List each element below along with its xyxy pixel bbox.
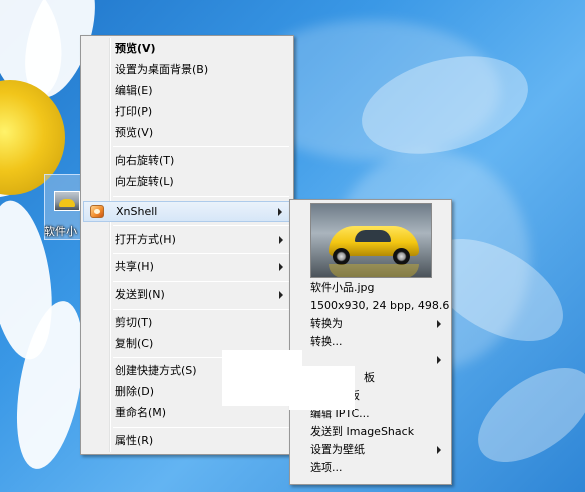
menu-item-label: 重命名(M)	[115, 406, 167, 419]
menu-separator	[113, 309, 289, 310]
image-filename: 软件小品.jpg	[310, 281, 375, 294]
menu-item-label: 共享(H)	[115, 260, 154, 273]
menu-item-label: 复制(C)	[115, 337, 154, 350]
menu-item-label: 打开方式(H)	[115, 233, 176, 246]
menu-item-label: 设置为桌面背景(B)	[115, 63, 209, 76]
submenu-item-convert[interactable]: 转换...	[292, 333, 449, 351]
submenu-item-send-to-imageshack[interactable]: 发送到 ImageShack	[292, 423, 449, 441]
image-details: 1500x930, 24 bpp, 498.63	[310, 299, 449, 312]
car-thumbnail-icon	[310, 203, 432, 278]
menu-item-label: 板	[364, 371, 375, 384]
menu-item-label: 编辑(E)	[115, 84, 153, 97]
menu-item-label: 转换为	[310, 317, 343, 330]
menu-item-preview[interactable]: 预览(V)	[83, 122, 291, 143]
menu-separator	[113, 281, 289, 282]
xnshell-icon	[90, 205, 104, 218]
submenu-arrow-icon	[278, 208, 282, 216]
menu-item-print[interactable]: 打印(P)	[83, 101, 291, 122]
menu-item-label: XnShell	[116, 205, 158, 218]
submenu-item-set-as-wallpaper[interactable]: 设置为壁纸	[292, 441, 449, 459]
menu-item-rotate-left[interactable]: 向左旋转(L)	[83, 171, 291, 192]
submenu-arrow-icon	[437, 446, 441, 454]
menu-separator	[113, 427, 289, 428]
render-glitch-area	[289, 366, 355, 410]
menu-item-open-with[interactable]: 打开方式(H)	[83, 229, 291, 250]
car-window-shape	[355, 230, 391, 242]
submenu-item-convert-to[interactable]: 转换为	[292, 315, 449, 333]
submenu-arrow-icon	[279, 236, 283, 244]
menu-item-label: 发送到 ImageShack	[310, 425, 415, 438]
menu-item-label: 删除(D)	[115, 385, 155, 398]
menu-item-send-to[interactable]: 发送到(N)	[83, 284, 291, 305]
menu-item-label: 发送到(N)	[115, 288, 165, 301]
menu-separator	[113, 253, 289, 254]
xnshell-submenu: 软件小品.jpg 1500x930, 24 bpp, 498.63 转换为 转换…	[289, 199, 452, 485]
menu-item-label: 属性(R)	[115, 434, 154, 447]
image-file-icon	[54, 191, 80, 211]
menu-item-preview-default[interactable]: 预览(V)	[83, 38, 291, 59]
menu-item-rotate-right[interactable]: 向右旋转(T)	[83, 150, 291, 171]
menu-item-label: 设置为壁纸	[310, 443, 365, 456]
submenu-arrow-icon	[437, 320, 441, 328]
menu-item-label: 创建快捷方式(S)	[115, 364, 197, 377]
submenu-arrow-icon	[437, 356, 441, 364]
wallpaper-petal	[461, 349, 585, 481]
menu-item-label: 向左旋转(L)	[115, 175, 174, 188]
menu-item-xnshell[interactable]: XnShell	[83, 201, 291, 222]
menu-item-label: 剪切(T)	[115, 316, 153, 329]
car-reflection-shape	[329, 264, 419, 277]
menu-item-share[interactable]: 共享(H)	[83, 256, 291, 277]
menu-item-label: 打印(P)	[115, 105, 153, 118]
menu-item-cut[interactable]: 剪切(T)	[83, 312, 291, 333]
submenu-item-options[interactable]: 选项...	[292, 459, 449, 477]
menu-item-edit[interactable]: 编辑(E)	[83, 80, 291, 101]
menu-item-label: 选项...	[310, 461, 343, 474]
menu-item-label: 预览(V)	[115, 42, 156, 55]
menu-item-label: 预览(V)	[115, 126, 154, 139]
submenu-arrow-icon	[279, 263, 283, 271]
menu-separator	[113, 196, 289, 197]
menu-item-label: 向右旋转(T)	[115, 154, 175, 167]
car-wheel-shape	[393, 248, 410, 265]
menu-item-set-desktop-background[interactable]: 设置为桌面背景(B)	[83, 59, 291, 80]
submenu-arrow-icon	[279, 291, 283, 299]
menu-separator	[113, 146, 289, 147]
menu-separator	[113, 225, 289, 226]
menu-item-properties[interactable]: 属性(R)	[83, 430, 291, 451]
car-wheel-shape	[333, 248, 350, 265]
menu-item-label: 转换...	[310, 335, 343, 348]
